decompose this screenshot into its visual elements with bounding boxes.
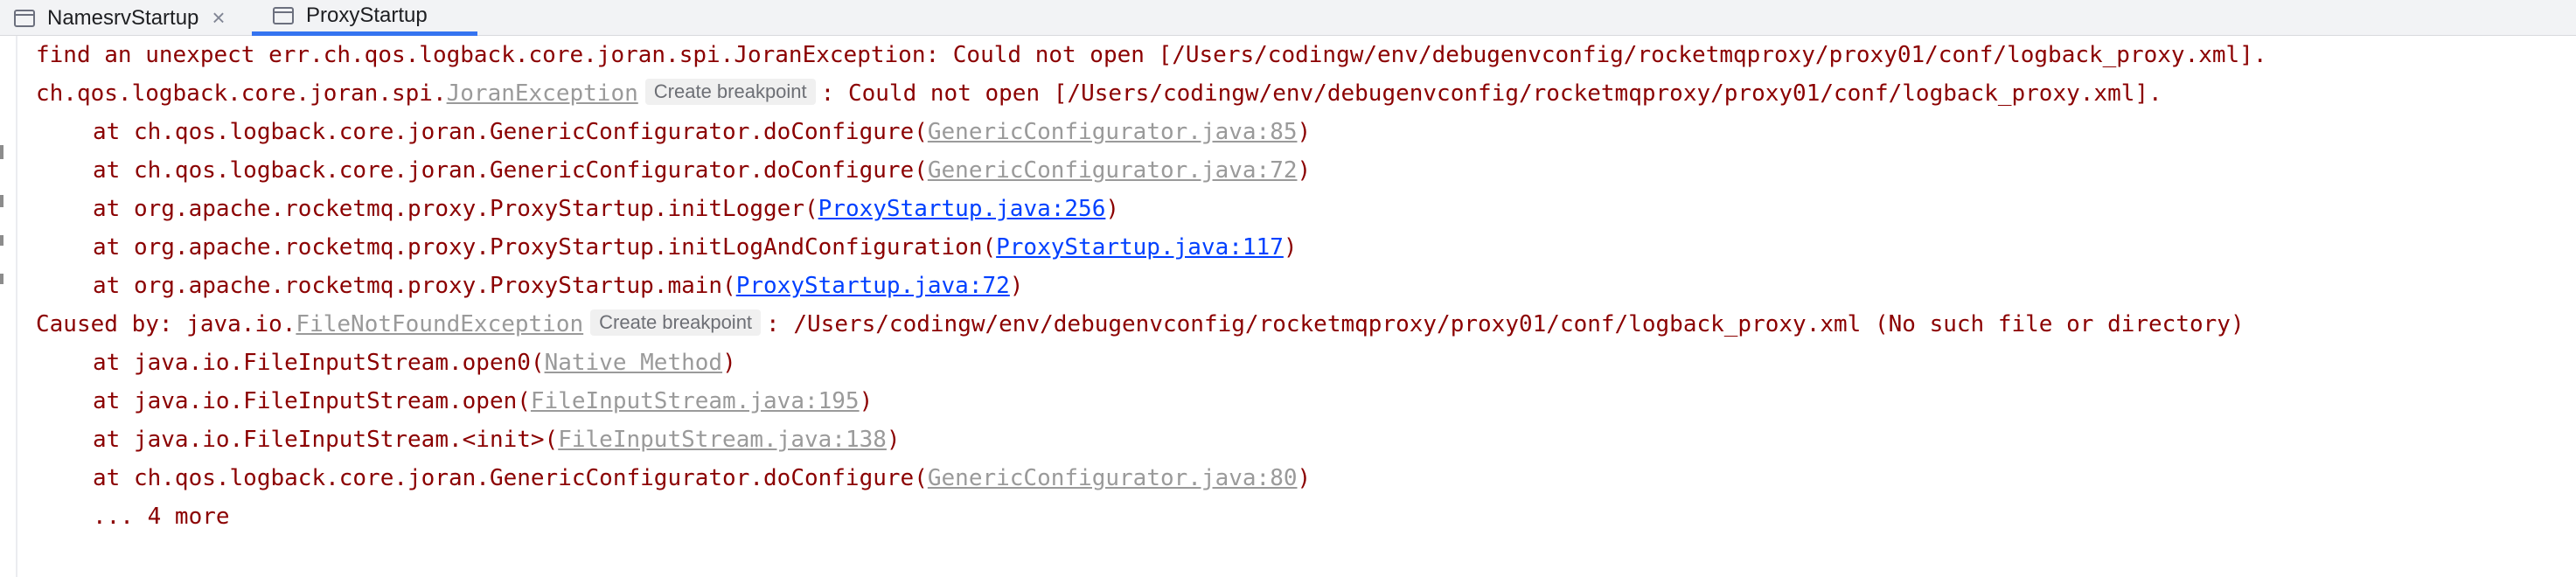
source-link[interactable]: GenericConfigurator.java:80 <box>928 465 1298 491</box>
run-config-icon <box>14 9 35 27</box>
run-tab-bar: NamesrvStartup × ProxyStartup <box>0 0 2576 36</box>
frame-tail: ) <box>1105 196 1120 222</box>
exception-class-link[interactable]: JoranException <box>447 80 638 107</box>
stack-frame: at java.io.FileInputStream.<init>(FileIn… <box>0 421 901 459</box>
frame-tail: ) <box>1297 157 1312 184</box>
stack-frame: at org.apache.rocketmq.proxy.ProxyStartu… <box>0 267 1023 305</box>
console-line: find an unexpect err.ch.qos.logback.core… <box>0 36 2267 74</box>
frame-method: at org.apache.rocketmq.proxy.ProxyStartu… <box>93 234 997 261</box>
source-link[interactable]: ProxyStartup.java:117 <box>996 234 1284 261</box>
caused-by-prefix: Caused by: java.io. <box>36 311 296 337</box>
stack-frame: at org.apache.rocketmq.proxy.ProxyStartu… <box>0 190 1119 228</box>
run-config-icon <box>273 7 294 24</box>
source-link[interactable]: GenericConfigurator.java:85 <box>928 119 1298 145</box>
console-line: Caused by: java.io.FileNotFoundException… <box>0 305 2245 344</box>
frame-method: at org.apache.rocketmq.proxy.ProxyStartu… <box>93 273 736 299</box>
source-link[interactable]: FileInputStream.java:195 <box>531 388 860 414</box>
frame-tail: ) <box>1297 119 1312 145</box>
frame-tail: ) <box>1009 273 1024 299</box>
exception-message: : /Users/codingw/env/debugenvconfig/rock… <box>766 311 2245 337</box>
create-breakpoint-button[interactable]: Create breakpoint <box>644 78 816 105</box>
frame-method: at ch.qos.logback.core.joran.GenericConf… <box>93 465 928 491</box>
tab-namesrv-startup[interactable]: NamesrvStartup × <box>0 0 241 36</box>
tab-label: NamesrvStartup <box>47 5 199 30</box>
run-console-window: NamesrvStartup × ProxyStartup find an un… <box>0 0 2576 577</box>
stack-frame: at java.io.FileInputStream.open0(Native … <box>0 344 736 382</box>
source-link[interactable]: Native Method <box>545 350 723 376</box>
error-message: find an unexpect err.ch.qos.logback.core… <box>36 42 2267 68</box>
exception-package: ch.qos.logback.core.joran.spi. <box>36 80 447 107</box>
source-link[interactable]: FileInputStream.java:138 <box>558 427 887 453</box>
frame-tail: ) <box>886 427 901 453</box>
exception-class-link[interactable]: FileNotFoundException <box>296 311 583 337</box>
frame-method: at java.io.FileInputStream.open0( <box>93 350 545 376</box>
tab-label: ProxyStartup <box>306 3 428 27</box>
frame-tail: ) <box>1283 234 1298 261</box>
source-link[interactable]: ProxyStartup.java:256 <box>818 196 1106 222</box>
console-line: ch.qos.logback.core.joran.spi.JoranExcep… <box>0 74 2162 113</box>
frame-tail: ) <box>1297 465 1312 491</box>
more-frames-text: ... 4 more <box>93 504 230 530</box>
stack-frame: at org.apache.rocketmq.proxy.ProxyStartu… <box>0 228 1298 267</box>
frame-method: at java.io.FileInputStream.open( <box>93 388 531 414</box>
stack-frame: at java.io.FileInputStream.open(FileInpu… <box>0 382 873 421</box>
frame-method: at ch.qos.logback.core.joran.GenericConf… <box>93 119 928 145</box>
create-breakpoint-button[interactable]: Create breakpoint <box>590 309 762 336</box>
source-link[interactable]: ProxyStartup.java:72 <box>736 273 1010 299</box>
stack-frame: at ch.qos.logback.core.joran.GenericConf… <box>0 113 1311 151</box>
exception-message: : Could not open [/Users/codingw/env/deb… <box>820 80 2162 107</box>
frame-method: at ch.qos.logback.core.joran.GenericConf… <box>93 157 928 184</box>
more-frames-line: ... 4 more <box>0 497 230 536</box>
tab-proxy-startup[interactable]: ProxyStartup <box>252 0 477 36</box>
stack-frame: at ch.qos.logback.core.joran.GenericConf… <box>0 151 1311 190</box>
frame-method: at java.io.FileInputStream.<init>( <box>93 427 559 453</box>
frame-tail: ) <box>722 350 736 376</box>
source-link[interactable]: GenericConfigurator.java:72 <box>928 157 1298 184</box>
frame-tail: ) <box>859 388 874 414</box>
stack-frame: at ch.qos.logback.core.joran.GenericConf… <box>0 459 1311 497</box>
console-output[interactable]: find an unexpect err.ch.qos.logback.core… <box>0 36 2576 577</box>
frame-method: at org.apache.rocketmq.proxy.ProxyStartu… <box>93 196 818 222</box>
close-icon[interactable]: × <box>208 6 229 29</box>
